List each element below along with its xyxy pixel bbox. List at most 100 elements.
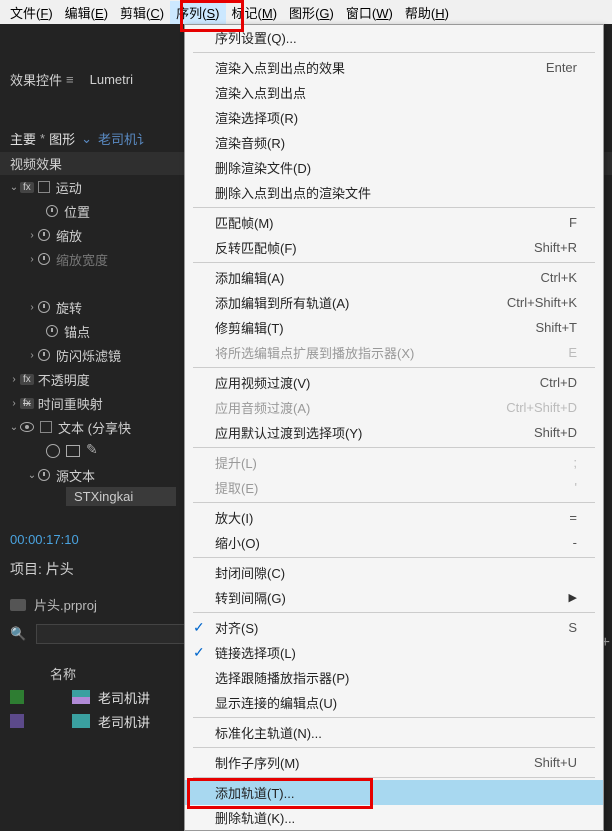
dropdown-shortcut: Shift+R <box>534 240 577 255</box>
dropdown-shortcut: Ctrl+Shift+K <box>507 295 577 310</box>
dropdown-item[interactable]: ✓链接选择项(L) <box>185 640 603 665</box>
dropdown-item[interactable]: 渲染入点到出点 <box>185 80 603 105</box>
stopwatch-icon[interactable] <box>38 301 50 313</box>
dropdown-item-label: 转到间隔(G) <box>215 588 286 607</box>
dropdown-item[interactable]: 转到间隔(G)▶ <box>185 585 603 610</box>
dropdown-item-label: 将所选编辑点扩展到播放指示器(X) <box>215 343 414 362</box>
stopwatch-icon[interactable] <box>38 469 50 481</box>
dropdown-item-label: 渲染选择项(R) <box>215 108 298 127</box>
stopwatch-icon[interactable] <box>46 325 58 337</box>
dropdown-item-label: 封闭间隙(C) <box>215 563 285 582</box>
dropdown-item[interactable]: 删除渲染文件(D) <box>185 155 603 180</box>
dropdown-item: 将所选编辑点扩展到播放指示器(X) E <box>185 340 603 365</box>
dropdown-item-label: 应用视频过渡(V) <box>215 373 310 392</box>
dropdown-item-label: 删除渲染文件(D) <box>215 158 311 177</box>
menu-sequence[interactable]: 序列(S) <box>170 1 225 24</box>
dropdown-item-label: 序列设置(Q)... <box>215 28 297 47</box>
font-family-field[interactable]: STXingkai <box>66 487 176 506</box>
menu-window[interactable]: 窗口(W) <box>340 1 399 24</box>
menu-clip[interactable]: 剪辑(C) <box>114 1 170 24</box>
dropdown-shortcut: Ctrl+Shift+D <box>506 400 577 415</box>
stopwatch-icon[interactable] <box>38 229 50 241</box>
dropdown-shortcut: Shift+U <box>534 755 577 770</box>
dropdown-item-label: 反转匹配帧(F) <box>215 238 297 257</box>
dropdown-item-label: 放大(I) <box>215 508 253 527</box>
stopwatch-icon[interactable] <box>46 205 58 217</box>
dropdown-item[interactable]: 添加轨道(T)... <box>185 780 603 805</box>
dropdown-item[interactable]: 缩小(O) - <box>185 530 603 555</box>
eye-icon[interactable] <box>20 422 34 432</box>
dropdown-item-label: 对齐(S) <box>215 618 258 637</box>
menu-edit[interactable]: 编辑(E) <box>59 1 114 24</box>
dropdown-item-label: 渲染入点到出点的效果 <box>215 58 345 77</box>
dropdown-shortcut: Enter <box>546 60 577 75</box>
dropdown-shortcut: S <box>568 620 577 635</box>
dropdown-item[interactable]: 添加编辑到所有轨道(A) Ctrl+Shift+K <box>185 290 603 315</box>
dropdown-item[interactable]: 修剪编辑(T) Shift+T <box>185 315 603 340</box>
menu-bar: 文件(F) 编辑(E) 剪辑(C) 序列(S) 标记(M) 图形(G) 窗口(W… <box>0 0 612 24</box>
dropdown-item: 提升(L); <box>185 450 603 475</box>
dropdown-item[interactable]: 反转匹配帧(F) Shift+R <box>185 235 603 260</box>
menu-marker[interactable]: 标记(M) <box>226 1 284 24</box>
dropdown-item[interactable]: 删除入点到出点的渲染文件 <box>185 180 603 205</box>
dropdown-item-label: 渲染入点到出点 <box>215 83 306 102</box>
dropdown-item[interactable]: 标准化主轨道(N)... <box>185 720 603 745</box>
label-color-chip[interactable] <box>10 714 24 728</box>
stopwatch-icon[interactable] <box>38 349 50 361</box>
clip-primary-label: 主要 <box>10 129 36 148</box>
dropdown-item[interactable]: 匹配帧(M) F <box>185 210 603 235</box>
dropdown-item[interactable]: 渲染入点到出点的效果 Enter <box>185 55 603 80</box>
dropdown-item-label: 应用音频过渡(A) <box>215 398 310 417</box>
transform-icon <box>38 181 50 193</box>
clip-star: * <box>40 131 45 146</box>
dropdown-item[interactable]: 应用视频过渡(V)Ctrl+D <box>185 370 603 395</box>
dropdown-item[interactable]: 删除轨道(K)... <box>185 805 603 830</box>
dropdown-item[interactable]: 渲染音频(R) <box>185 130 603 155</box>
dropdown-item[interactable]: 放大(I)= <box>185 505 603 530</box>
dropdown-item[interactable]: 添加编辑(A)Ctrl+K <box>185 265 603 290</box>
dropdown-item-label: 添加编辑到所有轨道(A) <box>215 293 349 312</box>
dropdown-item[interactable]: 渲染选择项(R) <box>185 105 603 130</box>
tab-lumetri[interactable]: Lumetri <box>90 72 133 87</box>
dropdown-item[interactable]: 选择跟随播放指示器(P) <box>185 665 603 690</box>
dropdown-item: 提取(E)' <box>185 475 603 500</box>
dropdown-item-label: 添加编辑(A) <box>215 268 284 287</box>
transform-icon <box>40 421 52 433</box>
dropdown-item-label: 删除入点到出点的渲染文件 <box>215 183 371 202</box>
pen-mask-icon[interactable] <box>86 444 100 458</box>
dropdown-item-label: 显示连接的编辑点(U) <box>215 693 337 712</box>
dropdown-shortcut: Shift+T <box>535 320 577 335</box>
dropdown-shortcut: E <box>568 345 577 360</box>
check-icon: ✓ <box>193 644 205 661</box>
tab-menu-icon[interactable]: ≡ <box>66 72 74 87</box>
sequence-icon <box>72 690 90 704</box>
project-search-input[interactable] <box>36 624 196 644</box>
label-color-chip[interactable] <box>10 690 24 704</box>
dropdown-item-label: 匹配帧(M) <box>215 213 274 232</box>
dropdown-item[interactable]: ✓对齐(S)S <box>185 615 603 640</box>
dropdown-item-label: 渲染音频(R) <box>215 133 285 152</box>
dropdown-item[interactable]: 制作子序列(M)Shift+U <box>185 750 603 775</box>
dropdown-item-label: 缩小(O) <box>215 533 260 552</box>
stopwatch-icon <box>38 253 50 265</box>
rect-mask-icon[interactable] <box>66 445 80 457</box>
dropdown-item[interactable]: 应用默认过渡到选择项(Y)Shift+D <box>185 420 603 445</box>
dropdown-item[interactable]: 序列设置(Q)... <box>185 25 603 50</box>
dropdown-item-label: 修剪编辑(T) <box>215 318 284 337</box>
dropdown-item[interactable]: 封闭间隙(C) <box>185 560 603 585</box>
dropdown-item-label: 提取(E) <box>215 478 258 497</box>
sequence-dropdown-menu: 序列设置(Q)... 渲染入点到出点的效果 Enter 渲染入点到出点渲染选择项(R)… <box>184 24 604 831</box>
dropdown-shortcut: Shift+D <box>534 425 577 440</box>
tab-effect-controls[interactable]: 效果控件 ≡ <box>10 70 74 89</box>
menu-help[interactable]: 帮助(H) <box>399 1 455 24</box>
chevron-down-icon[interactable]: ⌄ <box>81 131 92 147</box>
dropdown-item[interactable]: 显示连接的编辑点(U) <box>185 690 603 715</box>
dropdown-shortcut: F <box>569 215 577 230</box>
dropdown-item-label: 删除轨道(K)... <box>215 808 295 827</box>
menu-file[interactable]: 文件(F) <box>4 1 59 24</box>
ellipse-mask-icon[interactable] <box>46 444 60 458</box>
dropdown-shortcut: - <box>573 535 577 550</box>
dropdown-item: 应用音频过渡(A) Ctrl+Shift+D <box>185 395 603 420</box>
clip-name-link[interactable]: 老司机讠 <box>98 129 150 148</box>
menu-graphics[interactable]: 图形(G) <box>283 1 340 24</box>
